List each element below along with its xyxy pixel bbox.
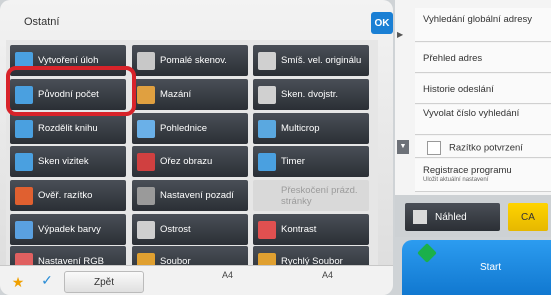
side-item-verification-stamp[interactable]: Razítko potvrzení xyxy=(415,136,551,158)
business-card-icon xyxy=(15,152,33,171)
selection-highlight xyxy=(6,66,136,116)
function-button[interactable]: Sken vizitek xyxy=(10,146,126,177)
sharpness-icon xyxy=(137,220,155,239)
function-label: Přeskočení prázd. stránky xyxy=(281,184,358,207)
clear-all-button[interactable]: CA xyxy=(508,203,548,231)
function-label: Mazání xyxy=(160,89,192,100)
function-label: Vytvoření úloh xyxy=(38,55,99,66)
timer-icon xyxy=(258,152,276,171)
function-label: Timer xyxy=(281,156,305,167)
function-label: Sken vizitek xyxy=(38,156,89,167)
panel-title: Ostatní xyxy=(24,16,60,28)
book-divide-icon xyxy=(15,119,33,138)
side-item-recall-search-number[interactable]: Vyvolat číslo vyhledání xyxy=(415,105,551,135)
function-button[interactable]: Nastavení pozadí xyxy=(132,180,248,211)
function-button: Přeskočení prázd. stránky xyxy=(253,180,369,211)
erase-icon xyxy=(137,85,155,104)
ok-button[interactable]: OK xyxy=(371,12,393,34)
function-button[interactable]: Kontrast xyxy=(253,214,369,245)
image-crop-icon xyxy=(137,152,155,171)
slow-scan-icon xyxy=(137,51,155,70)
mixed-size-icon xyxy=(258,51,276,70)
function-button[interactable]: Pohlednice xyxy=(132,113,248,144)
check-icon[interactable]: ✓ xyxy=(36,272,58,292)
function-label: Ostrost xyxy=(160,224,191,235)
multicrop-icon xyxy=(258,119,276,138)
verification-stamp-checkbox[interactable] xyxy=(427,141,441,155)
preview-button[interactable]: Náhled xyxy=(405,203,500,231)
side-item-program-registration[interactable]: Registrace programu Uložit aktuální nasta… xyxy=(415,159,551,192)
preview-icon xyxy=(413,210,427,224)
color-dropout-icon xyxy=(15,220,33,239)
postcard-icon xyxy=(137,119,155,138)
function-button[interactable]: Rozdělit knihu xyxy=(10,113,126,144)
function-label: Kontrast xyxy=(281,224,317,235)
function-label: Sken. dvojstr. xyxy=(281,89,339,100)
function-label: Ověř. razítko xyxy=(38,190,93,201)
dual-page-scan-icon xyxy=(258,85,276,104)
function-button[interactable]: Mazání xyxy=(132,79,248,110)
start-icon xyxy=(417,243,437,263)
function-button[interactable]: Sken. dvojstr. xyxy=(253,79,369,110)
function-label: Rozdělit knihu xyxy=(38,123,98,134)
function-button[interactable]: Multicrop xyxy=(253,113,369,144)
paper-size-right: A4 xyxy=(322,270,334,280)
star-icon[interactable]: ★ xyxy=(8,274,28,292)
start-button[interactable]: Start xyxy=(402,240,551,295)
function-label: Výpadek barvy xyxy=(38,224,101,235)
contrast-icon xyxy=(258,220,276,239)
background-setting-icon xyxy=(137,186,155,205)
function-label: Nastavení pozadí xyxy=(160,190,234,201)
scroll-down-icon[interactable]: ▼ xyxy=(397,140,409,154)
function-label: Pomalé skenov. xyxy=(160,55,227,66)
function-button[interactable]: Ověř. razítko xyxy=(10,180,126,211)
side-item-address-book[interactable]: Přehled adres xyxy=(415,43,551,73)
function-label: Multicrop xyxy=(281,123,320,134)
function-button[interactable]: Timer xyxy=(253,146,369,177)
collapse-arrow-icon[interactable]: ▶ xyxy=(397,30,409,39)
function-label: Ořez obrazu xyxy=(160,156,213,167)
paper-size-left: A4 xyxy=(222,270,234,280)
other-functions-panel: Ostatní OK Vytvoření úloh Pomalé skenov. S… xyxy=(0,0,393,295)
back-button[interactable]: Zpět xyxy=(64,271,144,293)
function-button[interactable]: Výpadek barvy xyxy=(10,214,126,245)
bottom-bar: ★ ✓ Zpět A4 A4 xyxy=(0,265,393,295)
function-button[interactable]: Smíš. vel. originálu xyxy=(253,45,369,76)
function-button[interactable]: Pomalé skenov. xyxy=(132,45,248,76)
function-button[interactable]: Ostrost xyxy=(132,214,248,245)
side-item-send-history[interactable]: Historie odeslání xyxy=(415,74,551,104)
side-item-global-address-search[interactable]: Vyhledání globální adresy xyxy=(415,8,551,42)
function-label: Smíš. vel. originálu xyxy=(281,55,362,66)
function-button[interactable]: Ořez obrazu xyxy=(132,146,248,177)
verify-stamp-icon xyxy=(15,186,33,205)
function-label: Pohlednice xyxy=(160,123,208,134)
